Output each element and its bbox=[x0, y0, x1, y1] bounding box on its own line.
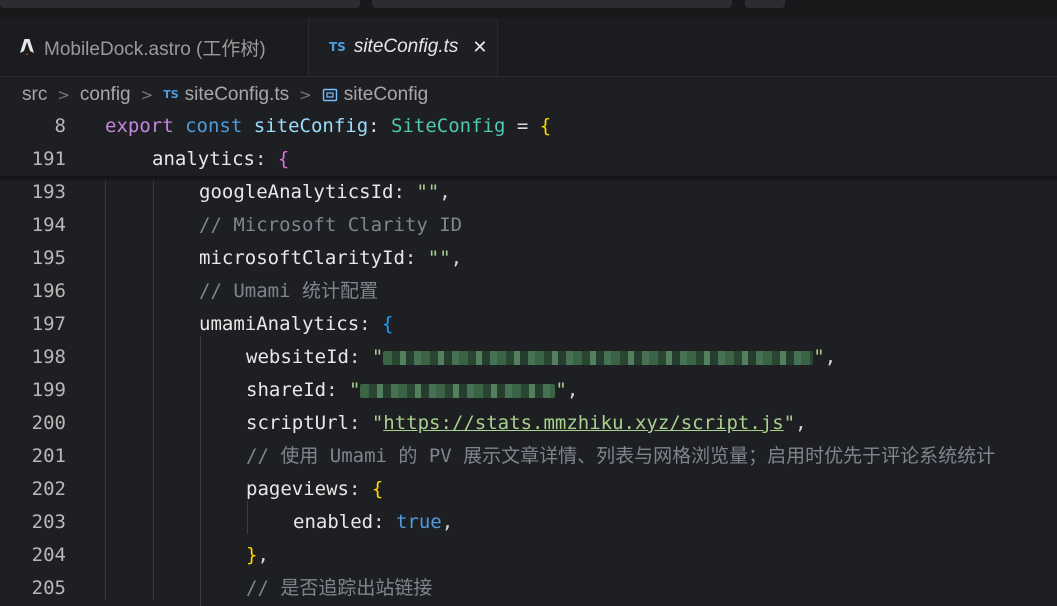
code-line[interactable]: 204 }, bbox=[0, 539, 1057, 572]
code-text: }, bbox=[246, 544, 269, 566]
title-strip-segment bbox=[0, 0, 360, 8]
typescript-icon: TS bbox=[163, 88, 179, 101]
tab-mobiledock[interactable]: MobileDock.astro (工作树) bbox=[0, 18, 309, 76]
line-number: 8 bbox=[54, 115, 66, 137]
code-line[interactable]: 198 websiteId: " ", bbox=[0, 341, 1057, 374]
tab-label: siteConfig.ts bbox=[353, 36, 459, 57]
code-line[interactable]: 191 analytics: { bbox=[0, 143, 1057, 176]
chevron-right-icon: > bbox=[140, 85, 154, 104]
code-comment: // Microsoft Clarity ID bbox=[199, 214, 463, 236]
code-line[interactable]: 196 // Umami 统计配置 bbox=[0, 275, 1057, 308]
code-text: websiteId: " ", bbox=[246, 346, 837, 368]
line-number: 191 bbox=[31, 148, 66, 170]
line-number: 198 bbox=[31, 346, 66, 368]
line-number: 200 bbox=[31, 412, 66, 434]
redacted-value bbox=[360, 383, 556, 398]
line-number: 195 bbox=[31, 247, 66, 269]
variable-symbol-icon bbox=[322, 87, 338, 103]
line-number: 194 bbox=[31, 214, 66, 236]
astro-icon bbox=[18, 38, 36, 56]
script-url-link[interactable]: https://stats.mmzhiku.xyz/script.js bbox=[383, 412, 783, 434]
tab-label: MobileDock.astro (工作树) bbox=[44, 38, 266, 60]
breadcrumb-item-symbol[interactable]: siteConfig bbox=[344, 84, 429, 106]
close-icon[interactable]: ✕ bbox=[472, 37, 487, 58]
title-strip-segment bbox=[745, 0, 785, 8]
line-number: 193 bbox=[31, 181, 66, 203]
code-line[interactable]: 199 shareId: " ", bbox=[0, 374, 1057, 407]
code-line[interactable]: 8 export const siteConfig: SiteConfig = … bbox=[0, 110, 1057, 143]
code-text: umamiAnalytics: { bbox=[199, 313, 394, 335]
line-number: 197 bbox=[31, 313, 66, 335]
code-line[interactable]: 200 scriptUrl: "https://stats.mmzhiku.xy… bbox=[0, 407, 1057, 440]
breadcrumb-item-config[interactable]: config bbox=[80, 84, 131, 106]
code-text: scriptUrl: "https://stats.mmzhiku.xyz/sc… bbox=[246, 412, 807, 434]
code-comment: // Umami 统计配置 bbox=[199, 280, 378, 302]
code-text: analytics: { bbox=[152, 148, 290, 170]
code-line[interactable]: 201 // 使用 Umami 的 PV 展示文章详情、列表与网格浏览量；启用时… bbox=[0, 440, 1057, 473]
chevron-right-icon: > bbox=[57, 85, 70, 104]
line-number: 201 bbox=[31, 445, 66, 467]
code-text: pageviews: { bbox=[246, 478, 384, 500]
code-text: shareId: " ", bbox=[246, 379, 579, 401]
redacted-value bbox=[383, 350, 814, 365]
breadcrumb: src > config > TS siteConfig.ts > siteCo… bbox=[0, 77, 1057, 112]
code-editor[interactable]: 8 export const siteConfig: SiteConfig = … bbox=[0, 110, 1057, 606]
code-line[interactable]: 202 pageviews: { bbox=[0, 473, 1057, 506]
code-line[interactable]: 203 enabled: true, bbox=[0, 506, 1057, 539]
title-strip-segment bbox=[372, 0, 732, 8]
code-line[interactable]: 197 umamiAnalytics: { bbox=[0, 308, 1057, 341]
breadcrumb-item-src[interactable]: src bbox=[22, 84, 47, 106]
chevron-right-icon: > bbox=[299, 85, 312, 104]
code-line[interactable]: 205 // 是否追踪出站链接 bbox=[0, 572, 1057, 605]
line-number: 204 bbox=[31, 544, 66, 566]
code-text: microsoftClarityId: "", bbox=[199, 247, 463, 269]
code-comment: // 使用 Umami 的 PV 展示文章详情、列表与网格浏览量；启用时优先于评… bbox=[246, 445, 996, 467]
code-line[interactable]: 195 microsoftClarityId: "", bbox=[0, 242, 1057, 275]
code-line[interactable]: 194 // Microsoft Clarity ID bbox=[0, 209, 1057, 242]
code-text: enabled: true, bbox=[293, 511, 454, 533]
code-text: googleAnalyticsId: "", bbox=[199, 181, 451, 203]
code-line[interactable]: 193 googleAnalyticsId: "", bbox=[0, 176, 1057, 209]
typescript-icon: TS bbox=[329, 40, 346, 54]
line-number: 205 bbox=[31, 577, 66, 599]
breadcrumb-item-file[interactable]: siteConfig.ts bbox=[185, 84, 290, 106]
line-number: 202 bbox=[31, 478, 66, 500]
code-text: export const siteConfig: SiteConfig = { bbox=[105, 115, 552, 137]
line-number: 199 bbox=[31, 379, 66, 401]
tab-bar: MobileDock.astro (工作树) TS siteConfig.ts … bbox=[0, 18, 1057, 77]
tab-siteconfig[interactable]: TS siteConfig.ts ✕ bbox=[309, 18, 498, 76]
code-comment: // 是否追踪出站链接 bbox=[246, 577, 433, 599]
line-number: 203 bbox=[31, 511, 66, 533]
line-number: 196 bbox=[31, 280, 66, 302]
